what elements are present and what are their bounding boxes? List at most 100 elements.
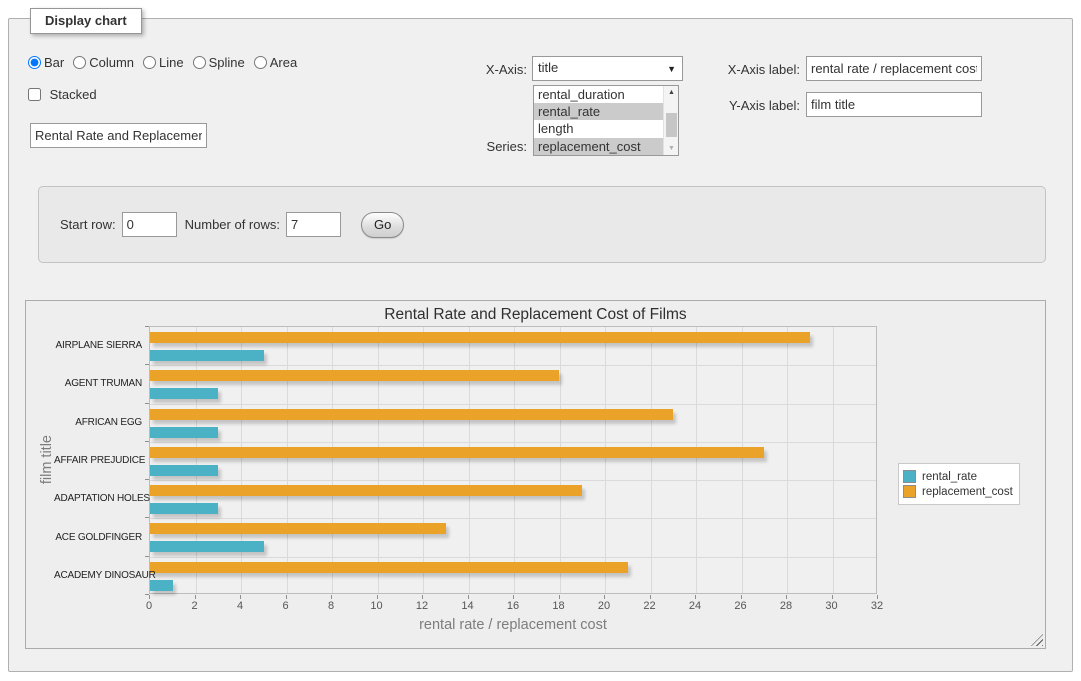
row-controls-panel: Start row: Number of rows: Go — [38, 186, 1046, 263]
y-axis-title: film title — [39, 435, 55, 484]
gridline — [150, 480, 876, 481]
chart-type-radio-column[interactable] — [73, 56, 86, 69]
chart-type-radio-spline[interactable] — [193, 56, 206, 69]
stacked-checkbox[interactable] — [28, 88, 41, 101]
bar-replacement_cost — [150, 370, 559, 381]
x-tick-mark — [240, 595, 241, 599]
bar-replacement_cost — [150, 523, 446, 534]
gridline — [150, 365, 876, 366]
gridline — [150, 518, 876, 519]
y-category-label: AFRICAN EGG — [54, 417, 142, 428]
chart-title-input[interactable] — [30, 123, 207, 148]
series-option-length[interactable]: length — [534, 120, 663, 137]
chart-type-radio-bar[interactable] — [28, 56, 41, 69]
start-row-caption: Start row: — [60, 217, 116, 232]
gridline — [150, 557, 876, 558]
series-scrollbar[interactable]: ▲ ▼ — [663, 86, 678, 155]
gridline — [469, 327, 470, 593]
bar-replacement_cost — [150, 447, 764, 458]
scroll-down-icon[interactable]: ▼ — [664, 142, 679, 155]
x-tick-mark — [650, 595, 651, 599]
chart-type-option-column[interactable]: Column — [73, 55, 134, 70]
y-tick-mark — [145, 403, 149, 404]
series-option-rental_duration[interactable]: rental_duration — [534, 86, 663, 103]
chart-type-option-spline[interactable]: Spline — [193, 55, 245, 70]
gridline — [696, 327, 697, 593]
chart-type-option-line[interactable]: Line — [143, 55, 184, 70]
x-tick-label: 30 — [817, 600, 847, 612]
bar-replacement_cost — [150, 332, 810, 343]
bar-rental_rate — [150, 350, 264, 361]
y-axis-label-input[interactable] — [806, 92, 982, 117]
series-option-rental_rate[interactable]: rental_rate — [534, 103, 663, 120]
resize-handle-icon[interactable] — [1031, 634, 1043, 646]
go-button[interactable]: Go — [361, 212, 404, 238]
x-axis-caption: X-Axis: — [440, 62, 527, 77]
x-tick-mark — [877, 595, 878, 599]
chart-type-radio-area[interactable] — [254, 56, 267, 69]
x-tick-mark — [195, 595, 196, 599]
x-tick-label: 18 — [544, 600, 574, 612]
legend-item-replacement_cost: replacement_cost — [903, 485, 1013, 498]
x-tick-label: 12 — [407, 600, 437, 612]
x-tick-mark — [786, 595, 787, 599]
x-axis-label-caption: X-Axis label: — [698, 62, 800, 77]
x-tick-mark — [149, 595, 150, 599]
x-tick-mark — [286, 595, 287, 599]
gridline — [605, 327, 606, 593]
x-axis-title: rental rate / replacement cost — [149, 617, 877, 633]
gridline — [514, 327, 515, 593]
gridline — [196, 327, 197, 593]
x-axis-select[interactable]: title ▼ — [532, 56, 683, 81]
chart-type-option-area[interactable]: Area — [254, 55, 297, 70]
bar-replacement_cost — [150, 562, 628, 573]
start-row-input[interactable] — [122, 212, 177, 237]
scrollbar-thumb[interactable] — [666, 113, 677, 137]
chart-type-radio-line[interactable] — [143, 56, 156, 69]
x-tick-label: 24 — [680, 600, 710, 612]
y-category-label: AFFAIR PREJUDICE — [54, 455, 142, 466]
bar-rental_rate — [150, 503, 218, 514]
x-tick-label: 6 — [271, 600, 301, 612]
x-tick-label: 22 — [635, 600, 665, 612]
y-category-label: AIRPLANE SIERRA — [54, 340, 142, 351]
x-tick-mark — [513, 595, 514, 599]
x-tick-mark — [695, 595, 696, 599]
gridline — [332, 327, 333, 593]
x-tick-label: 16 — [498, 600, 528, 612]
x-tick-label: 10 — [362, 600, 392, 612]
y-tick-mark — [145, 441, 149, 442]
chart-type-radio-group: Bar Column Line Spline Area — [28, 55, 306, 73]
chart-type-label: Bar — [44, 55, 64, 70]
num-rows-input[interactable] — [286, 212, 341, 237]
legend-swatch-replacement_cost — [903, 485, 916, 498]
chart-type-option-bar[interactable]: Bar — [28, 55, 64, 70]
x-tick-mark — [468, 595, 469, 599]
chart-container: Rental Rate and Replacement Cost of Film… — [25, 300, 1046, 649]
x-axis-label-input[interactable] — [806, 56, 982, 81]
series-option-replacement_cost[interactable]: replacement_cost — [534, 138, 663, 155]
bar-rental_rate — [150, 541, 264, 552]
legend-label: replacement_cost — [922, 486, 1013, 498]
chart-type-label: Line — [159, 55, 184, 70]
y-category-label: ADAPTATION HOLES — [54, 493, 142, 504]
x-tick-label: 2 — [180, 600, 210, 612]
y-tick-mark — [145, 364, 149, 365]
stacked-checkbox-label[interactable]: Stacked — [28, 87, 97, 102]
x-tick-label: 8 — [316, 600, 346, 612]
legend-label: rental_rate — [922, 471, 977, 483]
y-axis-label-caption: Y-Axis label: — [698, 98, 800, 113]
series-caption: Series: — [440, 139, 527, 154]
x-tick-mark — [331, 595, 332, 599]
num-rows-caption: Number of rows: — [185, 217, 280, 232]
stacked-row: Stacked — [28, 87, 97, 102]
gridline — [787, 327, 788, 593]
legend-swatch-rental_rate — [903, 470, 916, 483]
y-tick-mark — [145, 479, 149, 480]
x-tick-mark — [741, 595, 742, 599]
series-listbox[interactable]: rental_durationrental_ratelengthreplacem… — [533, 85, 679, 156]
scroll-up-icon[interactable]: ▲ — [664, 86, 679, 99]
gridline — [241, 327, 242, 593]
stacked-label-text: Stacked — [50, 87, 97, 102]
gridline — [287, 327, 288, 593]
